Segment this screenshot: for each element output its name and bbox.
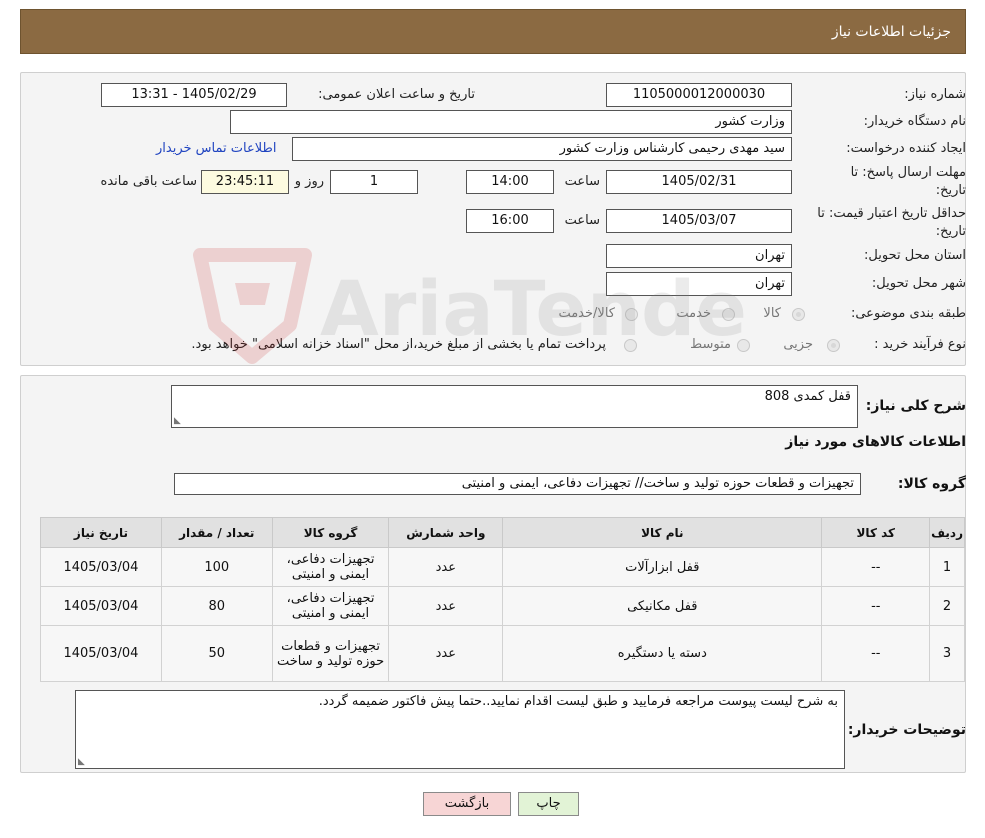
table-row: 3 -- دسته یا دستگیره عدد تجهیزات و قطعات… <box>40 625 965 682</box>
cell-date: 1405/03/04 <box>40 625 162 682</box>
validity-label-line2: تاریخ: <box>935 224 966 239</box>
cell-name: قفل مکانیکی <box>502 586 823 626</box>
print-button[interactable]: چاپ <box>518 792 579 816</box>
cell-unit: عدد <box>388 547 504 587</box>
goods-info-title: اطلاعات کالاهای مورد نیاز <box>785 434 966 450</box>
remaining-time-field: 23:45:11 <box>201 170 289 194</box>
cell-name: قفل ابزارآلات <box>502 547 823 587</box>
buyer-contact-link[interactable]: اطلاعات تماس خریدار <box>156 141 276 156</box>
deadline-label-line2: تاریخ: <box>935 183 966 198</box>
buyer-field[interactable]: وزارت کشور <box>230 110 792 134</box>
cell-row: 1 <box>929 547 965 587</box>
cell-unit: عدد <box>388 625 504 682</box>
col-header-date: تاریخ نیاز <box>40 517 162 548</box>
cell-date: 1405/03/04 <box>40 586 162 626</box>
cell-quantity: 50 <box>160 625 273 682</box>
category-option-goods: کالا <box>763 306 781 321</box>
validity-date-field[interactable]: 1405/03/07 <box>606 209 792 233</box>
validity-time-field[interactable]: 16:00 <box>466 209 554 233</box>
need-number-field[interactable]: 1105000012000030 <box>606 83 792 107</box>
deadline-time-label: ساعت <box>564 174 600 189</box>
col-header-name: نام کالا <box>502 517 823 548</box>
goods-group-field[interactable]: تجهیزات و قطعات حوزه تولید و ساخت// تجهی… <box>174 473 861 495</box>
buyer-notes-label: توضیحات خریدار: <box>847 722 966 738</box>
col-header-row: ردیف <box>929 517 965 548</box>
deadline-label: مهلت ارسال پاسخ: تا تاریخ: <box>851 164 966 200</box>
cell-quantity: 100 <box>160 547 273 587</box>
remaining-label: ساعت باقی مانده <box>100 174 197 189</box>
page-header: جزئیات اطلاعات نیاز <box>20 9 966 54</box>
summary-value: قفل کمدی 808 <box>764 389 851 404</box>
category-radio-goods[interactable] <box>792 308 805 321</box>
announce-datetime-field[interactable]: 1405/02/29 - 13:31 <box>101 83 287 107</box>
process-label: نوع فرآیند خرید : <box>874 337 966 352</box>
watermark-shield-icon <box>193 248 312 364</box>
col-header-quantity: تعداد / مقدار <box>160 517 273 548</box>
process-radio-minor[interactable] <box>827 339 840 352</box>
province-label: استان محل تحویل: <box>864 248 966 263</box>
summary-textarea[interactable]: قفل کمدی 808 ◢ <box>171 385 858 428</box>
process-option-minor: جزیی <box>783 337 813 352</box>
cell-code: -- <box>821 586 931 626</box>
validity-time-label: ساعت <box>564 213 600 228</box>
creator-field[interactable]: سید مهدی رحیمی کارشناس وزارت کشور <box>292 137 792 161</box>
cell-row: 2 <box>929 586 965 626</box>
cell-quantity: 80 <box>160 586 273 626</box>
validity-label: حداقل تاریخ اعتبار قیمت: تا تاریخ: <box>817 205 966 241</box>
goods-table-header: ردیف کد کالا نام کالا واحد شمارش گروه کا… <box>40 517 965 548</box>
buyer-label: نام دستگاه خریدار: <box>863 114 966 129</box>
watermark-logo: AriaTender.neT <box>190 235 960 369</box>
cell-date: 1405/03/04 <box>40 547 162 587</box>
validity-label-line1: حداقل تاریخ اعتبار قیمت: تا <box>817 206 966 221</box>
announce-label: تاریخ و ساعت اعلان عمومی: <box>318 87 475 102</box>
cell-row: 3 <box>929 625 965 682</box>
col-header-group: گروه کالا <box>271 517 390 548</box>
deadline-time-field[interactable]: 14:00 <box>466 170 554 194</box>
watermark-text: AriaTender.neT <box>320 264 750 353</box>
table-row: 1 -- قفل ابزارآلات عدد تجهیزات دفاعی، ای… <box>40 547 965 587</box>
deadline-label-line1: مهلت ارسال پاسخ: تا <box>850 165 966 180</box>
category-label: طبقه بندی موضوعی: <box>850 306 966 321</box>
days-label: روز و <box>294 174 324 189</box>
cell-group: تجهیزات دفاعی، ایمنی و امنیتی <box>271 586 390 626</box>
cell-code: -- <box>821 547 931 587</box>
creator-label: ایجاد کننده درخواست: <box>846 141 966 156</box>
cell-unit: عدد <box>388 586 504 626</box>
buyer-notes-textarea[interactable]: به شرح لیست پیوست مراجعه فرمایید و طبق ل… <box>75 690 845 769</box>
summary-label: شرح کلی نیاز: <box>865 398 966 414</box>
resize-grip-icon[interactable]: ◢ <box>174 416 181 426</box>
need-number-label: شماره نیاز: <box>904 87 966 102</box>
city-label: شهر محل تحویل: <box>871 276 966 291</box>
back-button[interactable]: بازگشت <box>423 792 511 816</box>
buyer-notes-value: به شرح لیست پیوست مراجعه فرمایید و طبق ل… <box>318 694 838 709</box>
page-title: جزئیات اطلاعات نیاز <box>831 23 951 40</box>
cell-group: تجهیزات و قطعات حوزه تولید و ساخت <box>271 625 390 682</box>
deadline-date-field[interactable]: 1405/02/31 <box>606 170 792 194</box>
col-header-unit: واحد شمارش <box>388 517 504 548</box>
col-header-code: کد کالا <box>821 517 931 548</box>
cell-name: دسته یا دستگیره <box>502 625 823 682</box>
cell-code: -- <box>821 625 931 682</box>
resize-grip-icon[interactable]: ◢ <box>78 757 85 767</box>
cell-group: تجهیزات دفاعی، ایمنی و امنیتی <box>271 547 390 587</box>
goods-table: ردیف کد کالا نام کالا واحد شمارش گروه کا… <box>40 517 965 682</box>
remaining-days-field[interactable]: 1 <box>330 170 418 194</box>
goods-group-label: گروه کالا: <box>897 476 966 492</box>
table-row: 2 -- قفل مکانیکی عدد تجهیزات دفاعی، ایمن… <box>40 586 965 626</box>
